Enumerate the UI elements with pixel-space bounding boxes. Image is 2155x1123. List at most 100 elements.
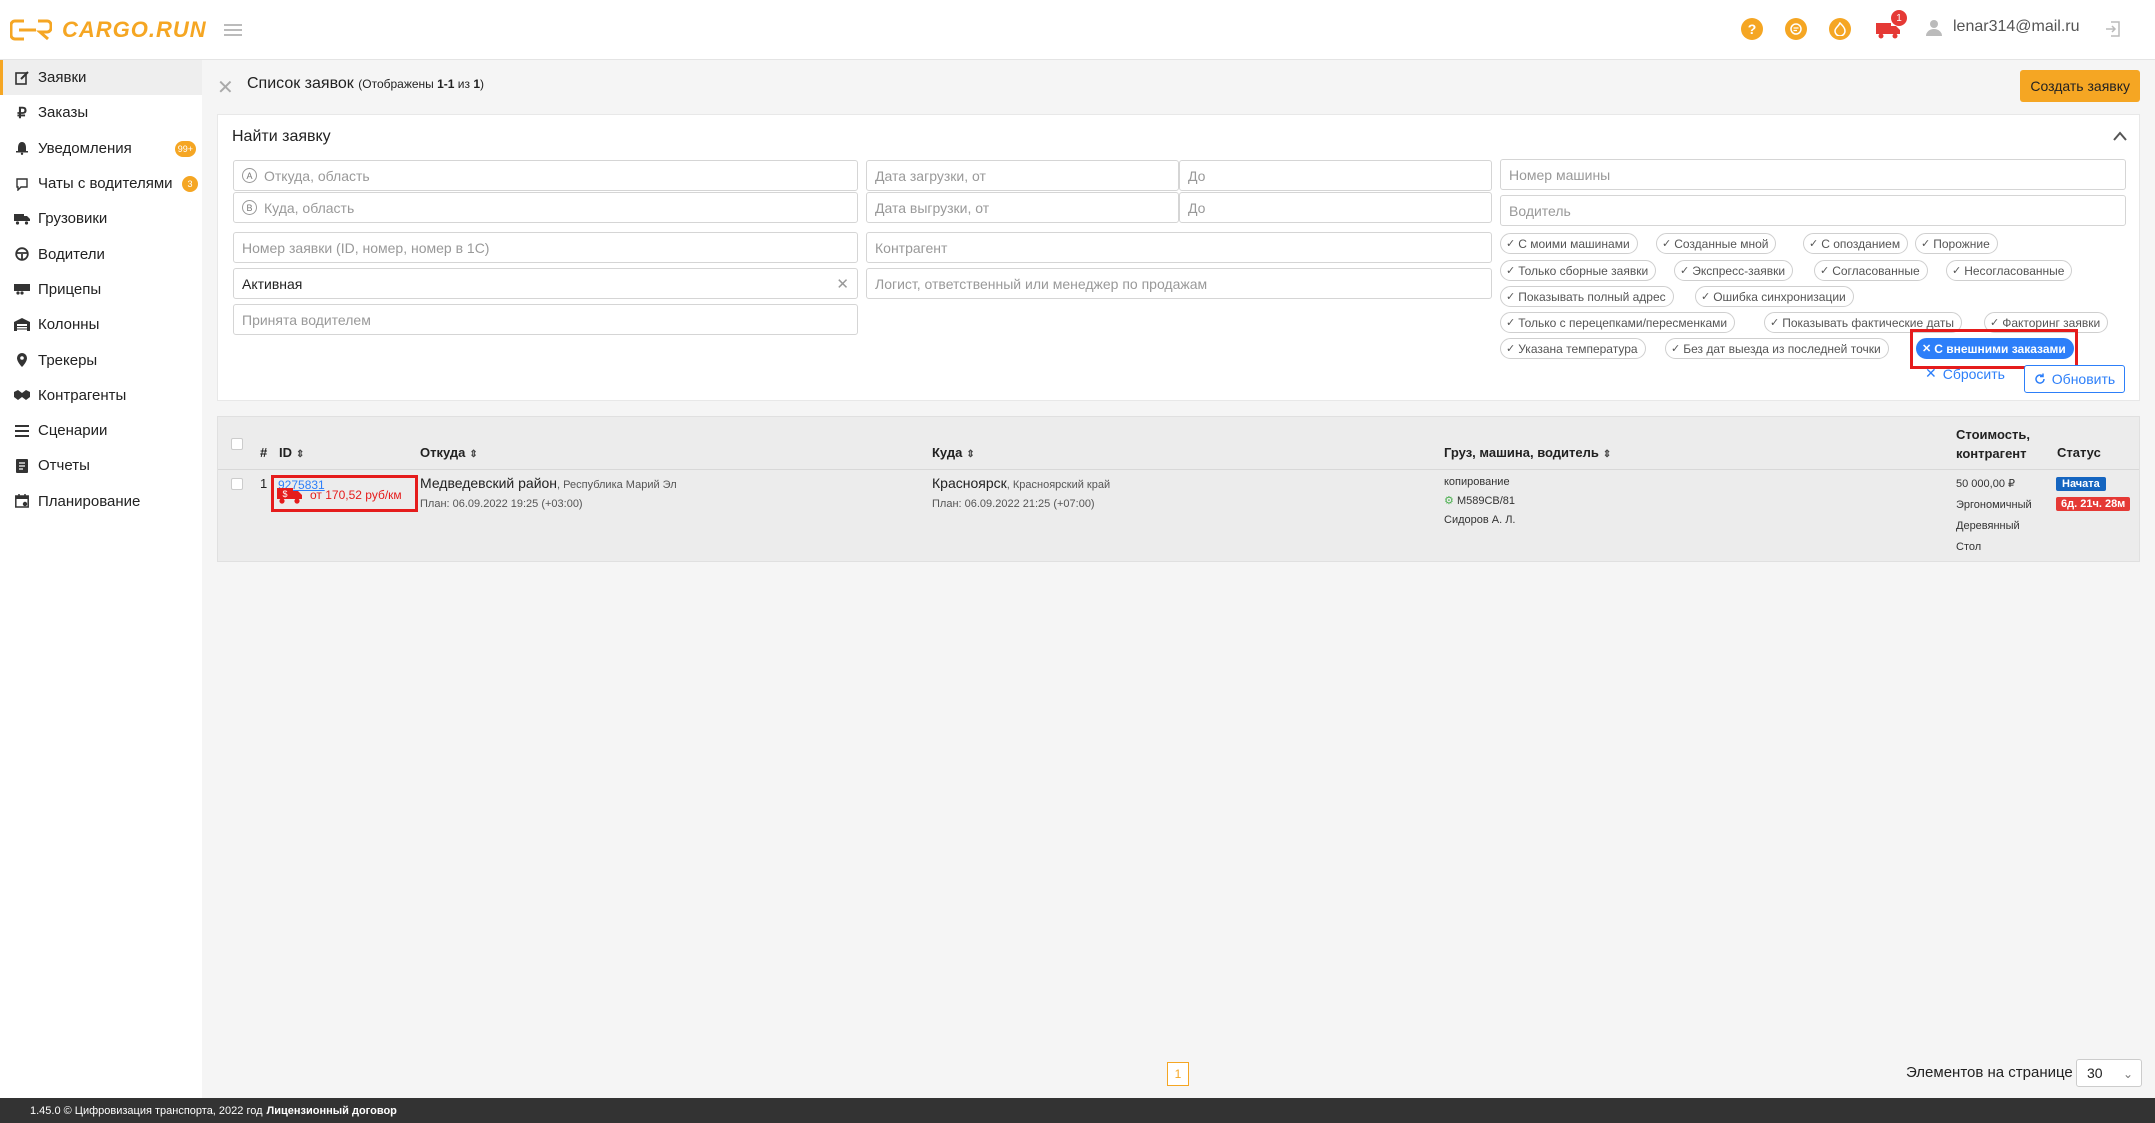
logout-icon[interactable] [2104, 20, 2122, 38]
check-icon: ✓ [1952, 265, 1962, 277]
unload-date-from-placeholder: Дата выгрузки, от [875, 199, 990, 216]
chip-my-vehicles[interactable]: ✓ С моими машинами [1500, 233, 1638, 254]
check-icon: ✓ [1671, 343, 1681, 355]
clear-icon[interactable]: ✕ [836, 275, 849, 293]
sidebar-item-requests[interactable]: Заявки [0, 60, 202, 96]
chip-no-departure-dates[interactable]: ✓ Без дат выезда из последней точки [1665, 338, 1889, 359]
accepted-by-driver-input[interactable]: Принята водителем [233, 304, 858, 335]
check-icon: ✓ [1820, 265, 1830, 277]
sidebar-item-columns[interactable]: Колонны [0, 307, 202, 342]
vehicle-number-input[interactable]: Номер машины [1500, 159, 2126, 190]
sidebar-item-label: Чаты с водителями [38, 175, 173, 193]
sidebar-item-planning[interactable]: Планирование [0, 484, 202, 519]
sidebar-item-trackers[interactable]: Трекеры [0, 342, 202, 377]
sidebar-item-label: Заявки [38, 69, 87, 87]
column-header-id[interactable]: ID ⇕ [279, 445, 304, 460]
status-select[interactable]: Активная ✕ [233, 268, 858, 299]
bell-icon [14, 140, 30, 156]
map-pin-icon [14, 352, 30, 368]
trailer-icon [14, 281, 30, 297]
accepted-by-driver-placeholder: Принята водителем [242, 311, 371, 328]
chevron-up-icon[interactable] [2113, 131, 2127, 141]
chip-agreed[interactable]: ✓ Согласованные [1814, 260, 1928, 281]
chip-relay-only[interactable]: ✓ Только с перецепками/пересменками [1500, 312, 1736, 333]
driver-input[interactable]: Водитель [1500, 195, 2126, 226]
logo[interactable]: CARGO.RUN [10, 17, 207, 43]
check-icon: ✓ [1680, 265, 1690, 277]
unload-date-to-input[interactable]: До [1179, 192, 1492, 223]
chip-groupage-only[interactable]: ✓ Только сборные заявки [1500, 260, 1657, 281]
load-date-from-input[interactable]: Дата загрузки, от [866, 160, 1179, 191]
pagination-page[interactable]: 1 [1167, 1062, 1189, 1086]
chip-late[interactable]: ✓ С опозданием [1803, 233, 1909, 254]
unload-date-from-input[interactable]: Дата выгрузки, от [866, 192, 1179, 223]
chip-empty[interactable]: ✓ Порожние [1915, 233, 1998, 254]
check-icon: ✓ [1701, 291, 1711, 303]
chip-temperature[interactable]: ✓ Указана температура [1500, 338, 1646, 359]
chip-created-by-me[interactable]: ✓ Созданные мной [1656, 233, 1777, 254]
close-icon: ✕ [1925, 365, 1937, 381]
column-header-cargo[interactable]: Груз, машина, водитель ⇕ [1444, 445, 1611, 460]
sidebar-item-label: Контрагенты [38, 386, 127, 404]
sidebar-item-trucks[interactable]: Грузовики [0, 201, 202, 236]
to-region-input[interactable]: B Куда, область [233, 192, 858, 223]
status-select-value: Активная [242, 275, 303, 292]
sidebar-item-notifications[interactable]: Уведомления 99+ [0, 131, 202, 166]
help-icon[interactable]: ? [1741, 18, 1763, 40]
from-city: Медведевский район [420, 475, 558, 491]
per-page-select[interactable]: 30 ⌄ [2076, 1059, 2142, 1087]
requests-table: # ID ⇕ Откуда ⇕ Куда ⇕ Груз, машина, водите… [217, 416, 2140, 562]
sort-icon: ⇕ [1602, 449, 1612, 460]
from-plan: План: 06.09.2022 19:25 (+03:00) [420, 498, 583, 510]
chip-sync-error[interactable]: ✓ Ошибка синхронизации [1695, 286, 1854, 307]
check-icon: ✓ [1506, 317, 1516, 329]
notifications-badge: 99+ [174, 140, 196, 157]
refresh-button[interactable]: Обновить [2024, 365, 2125, 393]
logo-text: CARGO.RUN [62, 17, 207, 42]
chip-not-agreed[interactable]: ✓ Несогласованные [1946, 260, 2073, 281]
check-icon: ✓ [1506, 265, 1516, 277]
chip-full-address[interactable]: ✓ Показывать полный адрес [1500, 286, 1674, 307]
sidebar-item-drivers[interactable]: Водители [0, 236, 202, 271]
sidebar-item-scenarios[interactable]: Сценарии [0, 413, 202, 448]
chat-icon[interactable] [1785, 18, 1807, 40]
driver-placeholder: Водитель [1509, 202, 1571, 219]
status-time-badge: 6д. 21ч. 28м [2056, 497, 2131, 511]
logist-input[interactable]: Логист, ответственный или менеджер по пр… [866, 268, 1492, 299]
column-header-to[interactable]: Куда ⇕ [932, 445, 975, 460]
column-header-from[interactable]: Откуда ⇕ [420, 445, 478, 460]
license-link[interactable]: Лицензионный договор [267, 1105, 397, 1117]
select-all-checkbox[interactable] [231, 438, 243, 450]
counterparty-input[interactable]: Контрагент [866, 232, 1492, 263]
menu-toggle-icon[interactable] [224, 21, 242, 37]
sidebar-item-driver-chats[interactable]: Чаты с водителями 3 [0, 166, 202, 201]
refresh-icon [2035, 373, 2045, 384]
report-icon [14, 458, 30, 474]
load-date-to-input[interactable]: До [1179, 160, 1492, 191]
to-city: Красноярск [932, 475, 1007, 491]
chip-express[interactable]: ✓ Экспресс-заявки [1674, 260, 1794, 281]
row-checkbox[interactable] [231, 478, 243, 490]
user-menu[interactable]: lenar314@mail.ru [1925, 18, 2080, 36]
order-number-input[interactable]: Номер заявки (ID, номер, номер в 1С) [233, 232, 858, 263]
sidebar-item-orders[interactable]: ₽ Заказы [0, 95, 202, 130]
fire-icon[interactable] [1829, 18, 1851, 40]
sidebar-item-reports[interactable]: Отчеты [0, 448, 202, 483]
vehicle-number: М589СВ/81 [1456, 495, 1516, 507]
reset-button[interactable]: ✕ Сбросить [1925, 365, 2005, 382]
counterparty-line: Стол [1956, 541, 1982, 553]
sidebar-item-counterparties[interactable]: Контрагенты [0, 378, 202, 413]
create-request-button[interactable]: Создать заявку [2020, 70, 2140, 102]
refresh-button-label: Обновить [2051, 371, 2116, 387]
from-region-input[interactable]: A Откуда, область [233, 160, 858, 191]
sidebar-item-trailers[interactable]: Прицепы [0, 272, 202, 307]
check-icon: ✓ [1921, 238, 1931, 250]
close-icon[interactable]: ✕ [217, 75, 234, 100]
sidebar-item-label: Водители [38, 245, 105, 263]
highlight-box [1910, 329, 2078, 369]
chat-icon [14, 176, 30, 192]
order-number-placeholder: Номер заявки (ID, номер, номер в 1С) [242, 239, 490, 256]
steering-wheel-icon: ⚙ [1444, 495, 1454, 507]
page-subtitle: (Отображены 1-1 из 1) [358, 77, 485, 91]
from-region: , Республика Марий Эл [557, 479, 677, 491]
